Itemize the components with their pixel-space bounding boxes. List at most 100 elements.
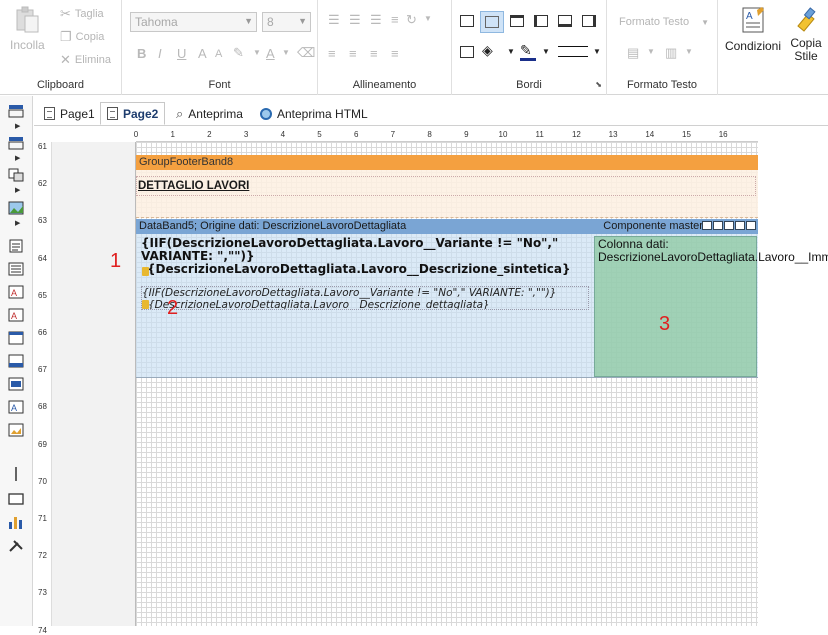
chart-icon[interactable]	[8, 515, 24, 529]
ribbon: Incolla ✂ Taglia ❐ Copia ✕ Elimina Clipb…	[0, 0, 828, 95]
delete-button[interactable]: ✕ Elimina	[60, 52, 111, 68]
band-icon[interactable]	[8, 104, 24, 118]
fill-color-icon[interactable]: ◈	[482, 42, 493, 59]
conditions-button[interactable]: A Condizioni	[722, 6, 784, 53]
format-settings-icon[interactable]: ▥	[665, 45, 677, 61]
highlight-icon[interactable]: ✎	[233, 45, 244, 61]
border-settings-icon[interactable]	[460, 46, 474, 58]
scissors-icon: ✂	[60, 6, 71, 21]
data-band-title: DataBand5; Origine dati: DescrizioneLavo…	[139, 220, 407, 232]
system-text-icon[interactable]: A	[8, 308, 24, 322]
bolt-icon	[142, 300, 149, 309]
all-borders-icon[interactable]	[460, 15, 474, 27]
font-size-combo[interactable]: 8 ▼	[262, 12, 311, 32]
chevron-down-icon[interactable]: ▼	[282, 48, 290, 57]
detail-text-component[interactable]: {IIF(DescrizioneLavoroDettagliata.Lavoro…	[141, 286, 589, 310]
ruler-mark: 14	[645, 130, 655, 139]
expand-arrow-icon[interactable]: ▶	[15, 154, 20, 162]
tab-page1-label: Page1	[60, 106, 95, 121]
band-tool-icon[interactable]	[724, 221, 734, 230]
tab-page1[interactable]: Page1	[38, 102, 101, 125]
rotate-icon[interactable]: ↻	[406, 12, 417, 28]
detail-text-line2: {DescrizioneLavoroDettagliata.Lavoro__De…	[148, 299, 490, 310]
vertical-line-icon[interactable]	[8, 467, 24, 481]
paste-button[interactable]: Incolla	[10, 6, 45, 52]
band-tool-icon[interactable]	[746, 221, 756, 230]
ruler-mark: 68	[38, 402, 47, 412]
copy-style-button[interactable]: Copia Stile	[784, 6, 828, 63]
cross-band-icon[interactable]	[8, 136, 24, 150]
align-center-icon[interactable]: ≡	[349, 46, 357, 61]
expand-arrow-icon[interactable]: ▶	[15, 219, 20, 227]
tools-icon[interactable]	[8, 539, 24, 553]
clear-format-icon[interactable]: ⌫	[297, 45, 315, 61]
border-style-icon[interactable]	[558, 46, 588, 57]
data-band[interactable]: {IIF(DescrizioneLavoroDettagliata.Lavoro…	[136, 234, 828, 378]
text-format-group: Formato Testo ▼ ▤ ▼ ▥ ▼ Formato Testo	[607, 0, 718, 95]
text-wrap-icon[interactable]: ≡	[391, 12, 399, 27]
chevron-down-icon[interactable]: ▼	[253, 48, 261, 57]
picture-icon[interactable]	[8, 423, 24, 437]
image-component-icon[interactable]	[8, 201, 24, 215]
svg-text:A: A	[11, 403, 17, 413]
align-top-icon[interactable]: ☰	[328, 12, 340, 28]
font-family-combo[interactable]: Tahoma ▼	[130, 12, 257, 32]
text-format-combo[interactable]: Formato Testo ▼	[619, 16, 709, 28]
right-border-icon[interactable]	[582, 15, 596, 27]
component-icon[interactable]	[8, 168, 24, 182]
justify-icon[interactable]: ≡	[391, 46, 399, 61]
text-icon[interactable]	[8, 239, 24, 253]
ruler-mark: 0	[133, 130, 139, 139]
border-color-icon[interactable]: ✎	[520, 42, 532, 59]
font-color-icon[interactable]: A	[266, 46, 275, 61]
left-border-icon[interactable]	[534, 15, 548, 27]
copy-icon: ❐	[60, 29, 72, 44]
zip-code-icon[interactable]: A	[8, 400, 24, 414]
align-bottom-icon[interactable]: ☰	[370, 12, 382, 28]
format-icon[interactable]: ▤	[627, 45, 639, 61]
container-icon[interactable]	[8, 354, 24, 368]
tab-preview[interactable]: ⌕ Anteprima	[170, 102, 249, 125]
font-grow-icon[interactable]: A	[198, 46, 207, 61]
italic-icon[interactable]: I	[158, 46, 162, 61]
panel-icon[interactable]	[8, 331, 24, 345]
summary-text-component[interactable]: {IIF(DescrizioneLavoroDettagliata.Lavoro…	[141, 237, 589, 281]
group-footer-band-header[interactable]: GroupFooterBand8	[136, 155, 758, 170]
image-component[interactable]: Colonna dati: DescrizioneLavoroDettaglia…	[594, 236, 828, 377]
data-band-header[interactable]: DataBand5; Origine dati: DescrizioneLavo…	[136, 219, 758, 234]
chevron-down-icon[interactable]: ▼	[542, 47, 550, 56]
text-in-cells-icon[interactable]: A	[8, 285, 24, 299]
band-tool-icon[interactable]	[713, 221, 723, 230]
rectangle-icon[interactable]	[8, 492, 24, 506]
page-tab-strip: Page1 Page2 ⌕ Anteprima Anteprima HTML	[34, 100, 828, 126]
page-gutter	[52, 142, 136, 626]
copy-button[interactable]: ❐ Copia	[60, 29, 104, 45]
underline-icon[interactable]: U	[177, 46, 186, 61]
band-tool-icon[interactable]	[735, 221, 745, 230]
cut-button[interactable]: ✂ Taglia	[60, 6, 104, 22]
band-tool-icon[interactable]	[702, 221, 712, 230]
tab-html-preview[interactable]: Anteprima HTML	[254, 102, 374, 125]
top-border-icon[interactable]	[510, 15, 524, 27]
align-middle-icon[interactable]: ☰	[349, 12, 361, 28]
chevron-down-icon[interactable]: ▼	[593, 47, 601, 56]
tab-page2[interactable]: Page2	[100, 102, 166, 125]
no-border-button[interactable]	[480, 11, 504, 33]
summary-text-line1: {IIF(DescrizioneLavoroDettagliata.Lavoro…	[141, 237, 559, 263]
align-right-icon[interactable]: ≡	[370, 46, 378, 61]
alignment-group: ☰ ☰ ☰ ≡ ↻ ▼ ≡ ≡ ≡ ≡ Allineamento	[318, 0, 452, 95]
group-footer-band[interactable]: DETTAGLIO LAVORI	[136, 170, 758, 218]
bold-icon[interactable]: B	[137, 46, 146, 61]
chevron-down-icon[interactable]: ▼	[507, 47, 515, 56]
expand-arrow-icon[interactable]: ▶	[15, 186, 20, 194]
expand-arrow-icon[interactable]: ▶	[15, 122, 20, 130]
chevron-down-icon[interactable]: ▼	[647, 47, 655, 56]
align-left-icon[interactable]: ≡	[328, 46, 336, 61]
bottom-border-icon[interactable]	[558, 15, 572, 27]
page-right-margin	[758, 142, 828, 626]
chevron-down-icon[interactable]: ▼	[685, 47, 693, 56]
chevron-down-icon[interactable]: ▼	[424, 14, 432, 23]
rich-text-icon[interactable]	[8, 262, 24, 276]
table-icon[interactable]	[8, 377, 24, 391]
font-shrink-icon[interactable]: A	[215, 48, 222, 60]
